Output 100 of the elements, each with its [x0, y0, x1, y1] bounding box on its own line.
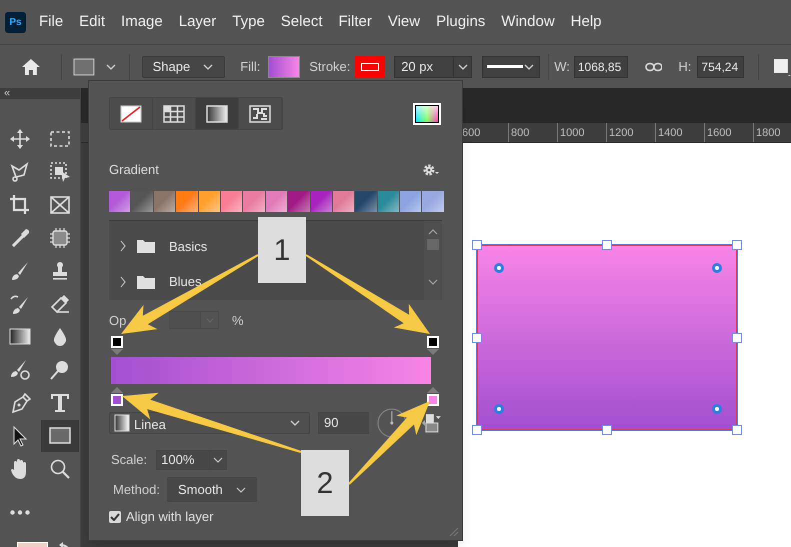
transform-handle[interactable]: [472, 425, 482, 435]
chip-icon: [49, 227, 71, 249]
transform-handle[interactable]: [732, 332, 742, 342]
ruler-label: 1000: [557, 123, 606, 142]
opacity-stop[interactable]: [427, 336, 439, 348]
menu-item[interactable]: Edit: [79, 10, 106, 34]
ruler-label: 1600: [704, 123, 753, 142]
gradient-swatch[interactable]: [131, 190, 153, 212]
move-icon: [9, 128, 31, 150]
color-stop[interactable]: [427, 394, 439, 406]
ruler-label: 1800: [753, 123, 791, 142]
rectangle-tool-button[interactable]: [41, 420, 79, 452]
annotation-label: 1: [258, 217, 306, 283]
gradient-swatch[interactable]: [355, 190, 377, 212]
angle-field[interactable]: 90: [318, 412, 369, 434]
folder-name[interactable]: Blues: [169, 272, 202, 292]
gradient-swatch[interactable]: [154, 190, 176, 212]
annotation-label: 2: [301, 450, 349, 516]
caret-icon[interactable]: [456, 62, 469, 70]
fill-swatch[interactable]: [268, 56, 300, 78]
caret-icon: [202, 62, 214, 70]
menu-item[interactable]: View: [388, 10, 420, 34]
color-stop[interactable]: [111, 394, 123, 406]
scroll-thumb[interactable]: [427, 238, 439, 250]
menu-item[interactable]: Select: [280, 10, 322, 34]
gear-icon[interactable]: [422, 162, 440, 177]
gradient-swatch[interactable]: [400, 190, 422, 212]
eyedropper-icon: [9, 227, 31, 249]
mode-dropdown[interactable]: Shape: [142, 56, 226, 78]
none-fill-button[interactable]: [110, 98, 153, 129]
rectangle-icon[interactable]: [72, 58, 95, 76]
zoom-icon: [49, 458, 71, 480]
fill-label: Fill:: [240, 58, 260, 76]
color-picker-icon[interactable]: [413, 102, 441, 124]
transform-handle[interactable]: [472, 332, 482, 342]
frame-icon: [49, 194, 71, 216]
gradient-swatch[interactable]: [332, 190, 354, 212]
stroke-swatch[interactable]: [355, 56, 386, 78]
gradient-swatch[interactable]: [220, 190, 242, 212]
reverse-icon[interactable]: [420, 412, 442, 434]
gradient-swatch[interactable]: [288, 190, 310, 212]
menu-item[interactable]: Image: [121, 10, 163, 34]
height-field[interactable]: 754,24: [697, 56, 744, 78]
stroke-label: Stroke:: [309, 58, 350, 76]
stroke-width-field[interactable]: 20 px: [394, 56, 472, 78]
more-icon: [10, 510, 30, 514]
lollipop-icon: [49, 359, 71, 381]
gradient-swatch[interactable]: [176, 190, 198, 212]
transform-handle[interactable]: [602, 425, 612, 435]
gradient-swatch[interactable]: [198, 190, 220, 212]
fill-type-selector[interactable]: [109, 97, 283, 130]
brush-icon: [9, 359, 31, 381]
square-icon[interactable]: [773, 58, 791, 76]
gradient-swatch[interactable]: [266, 190, 288, 212]
menu-item[interactable]: Filter: [338, 10, 372, 34]
checkbox[interactable]: [109, 510, 121, 523]
ruler-label: 1200: [606, 123, 655, 142]
gradient-swatch[interactable]: [109, 190, 130, 212]
transform-handle[interactable]: [472, 240, 482, 250]
line-style-dropdown[interactable]: [482, 56, 540, 78]
gradient-swatch[interactable]: [378, 190, 400, 212]
menu-item[interactable]: Window: [501, 10, 555, 34]
collapse-button[interactable]: «: [4, 88, 10, 99]
transform-handle[interactable]: [732, 425, 742, 435]
home-icon[interactable]: [21, 58, 41, 76]
menu-item[interactable]: Help: [570, 10, 602, 34]
width-label: W:: [554, 58, 570, 76]
gradient-swatch[interactable]: [422, 190, 444, 212]
chevron-right-icon[interactable]: [119, 240, 127, 252]
caret-icon[interactable]: [104, 62, 117, 70]
gradient-swatch[interactable]: [243, 190, 265, 212]
link-icon[interactable]: [644, 62, 662, 72]
ruler-label: 1400: [655, 123, 704, 142]
checkbox-label[interactable]: Align with layer: [126, 507, 214, 526]
gradient-swatch[interactable]: [310, 190, 332, 212]
transform-handle[interactable]: [732, 240, 742, 250]
scale-field[interactable]: 100%: [156, 450, 228, 470]
gradient-fill-button[interactable]: [196, 98, 239, 129]
menu-item[interactable]: Layer: [178, 10, 216, 34]
scroll-down-icon[interactable]: [428, 278, 438, 284]
scroll-up-icon[interactable]: [428, 228, 438, 234]
gradient-icon: [206, 104, 228, 122]
menu-item[interactable]: File: [39, 10, 64, 34]
method-dropdown[interactable]: Smooth: [166, 477, 257, 502]
opacity-stop[interactable]: [111, 336, 123, 348]
pattern-icon: [249, 104, 271, 122]
caret-icon: [213, 457, 224, 463]
opacity-field[interactable]: [169, 311, 219, 330]
menu-item[interactable]: Plugins: [436, 10, 486, 34]
menu-item[interactable]: Type: [232, 10, 265, 34]
scrollbar[interactable]: [424, 220, 442, 300]
scale-label: Scale:: [111, 451, 148, 470]
width-field[interactable]: 1068,85: [574, 56, 628, 78]
pattern-fill-button[interactable]: [239, 98, 282, 129]
chevron-right-icon[interactable]: [119, 276, 127, 288]
ruler-label: 800: [508, 123, 557, 142]
solid-fill-button[interactable]: [153, 98, 196, 129]
transform-handle[interactable]: [602, 240, 612, 250]
pen-icon: [9, 392, 31, 414]
folder-name[interactable]: Basics: [169, 236, 208, 256]
